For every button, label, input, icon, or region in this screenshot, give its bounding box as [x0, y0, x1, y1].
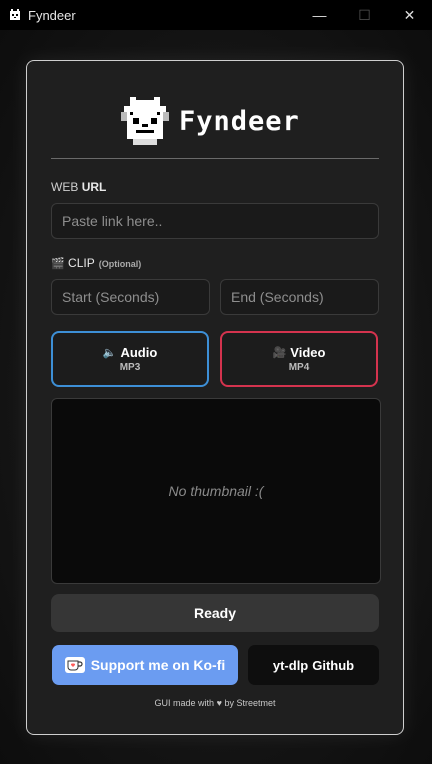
audio-mp3-button[interactable]: 🔈 Audio MP3 [51, 331, 209, 387]
credits-footer: GUI made with ♥ by Streetmet [154, 698, 276, 708]
kofi-label: Support me on Ko-fi [90, 657, 226, 673]
app-logo-icon [8, 8, 22, 22]
status-button[interactable]: Ready [51, 594, 379, 632]
clip-end-input[interactable] [220, 279, 379, 315]
clip-label: 🎬 CLIP (Optional) [51, 256, 142, 270]
optional-tag: (Optional) [98, 259, 142, 269]
maximize-button[interactable]: ☐ [342, 0, 387, 30]
speaker-icon: 🔈 [102, 347, 117, 359]
window-title: Fyndeer [28, 7, 76, 23]
video-mp4-button[interactable]: 🎥 Video MP4 [220, 331, 378, 387]
url-label: WEB URL [51, 180, 107, 194]
ytdlp-github-button[interactable]: yt-dlp Github [248, 645, 379, 685]
app-logo: Fyndeer [121, 97, 300, 145]
minimize-button[interactable]: — [297, 0, 342, 30]
kofi-cup-icon [64, 657, 85, 673]
no-thumbnail-text: No thumbnail :( [168, 483, 264, 499]
title-bar: Fyndeer — ☐ ✕ [0, 0, 432, 30]
deer-mascot-icon [121, 97, 169, 145]
kofi-support-button[interactable]: Support me on Ko-fi [52, 645, 238, 685]
clip-start-input[interactable] [51, 279, 210, 315]
main-card: Fyndeer WEB URL 🎬 CLIP(Optional) 🔈Audio … [26, 60, 404, 735]
clapper-icon: 🎬 [51, 258, 65, 270]
app-background: Fyndeer WEB URL 🎬 CLIP(Optional) 🔈Audio … [0, 30, 432, 764]
thumbnail-preview: No thumbnail :( [51, 398, 381, 584]
header-divider [51, 158, 379, 159]
heart-icon: ♥ [216, 698, 222, 708]
logo-wordmark: Fyndeer [179, 105, 300, 137]
video-camera-icon: 🎥 [272, 347, 287, 359]
url-input[interactable] [51, 203, 379, 239]
close-button[interactable]: ✕ [387, 0, 432, 30]
